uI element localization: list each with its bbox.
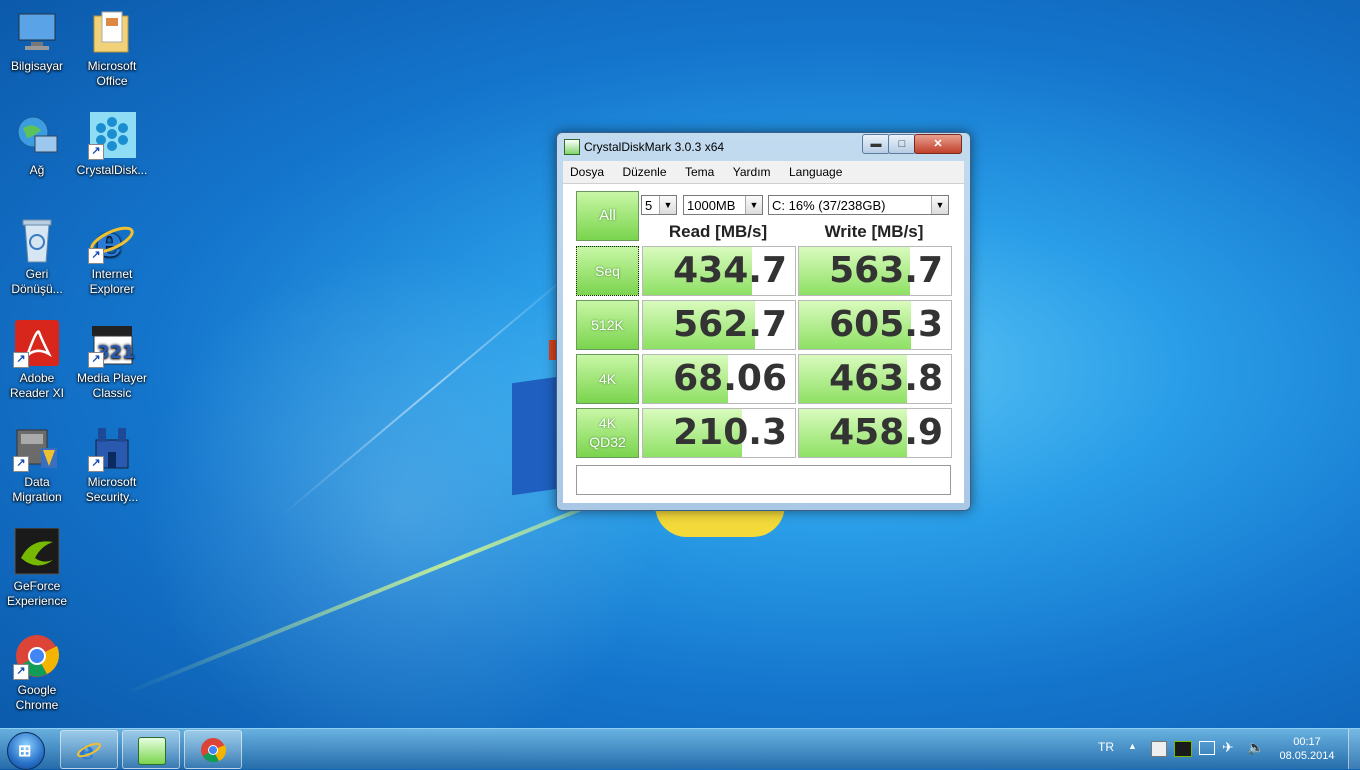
write-result-cell: 563.7	[798, 246, 952, 296]
tray-expand-icon[interactable]: ▲	[1128, 741, 1137, 751]
desktop-icon-crystaldisk[interactable]: ↗ CrystalDisk...	[75, 112, 149, 178]
crystaldisk-icon: ↗	[88, 112, 136, 160]
show-desktop-button[interactable]	[1348, 729, 1360, 769]
shortcut-arrow-icon: ↗	[13, 664, 29, 680]
row-label-button[interactable]: 512K	[576, 300, 639, 350]
chrome-icon: ↗	[13, 632, 61, 680]
read-header: Read [MB/s]	[668, 222, 768, 241]
write-result-value: 605.3	[829, 304, 943, 345]
read-result-value: 68.06	[673, 358, 787, 399]
row-label-button[interactable]: 4K QD32	[576, 408, 639, 458]
write-result-value: 563.7	[829, 250, 943, 291]
taskbar: ⊞ e TR ▲ ✈ 🔈 00:17 08.05.2014	[0, 728, 1360, 770]
chrome-icon	[200, 737, 227, 763]
shortcut-arrow-icon: ↗	[88, 248, 104, 264]
desktop-icon-google-chrome[interactable]: ↗ Google Chrome	[0, 632, 74, 713]
ie-icon: e	[76, 736, 102, 765]
taskbar-app-chrome[interactable]	[184, 730, 242, 769]
read-result-value: 210.3	[673, 412, 787, 453]
clock[interactable]: 00:17 08.05.2014	[1272, 735, 1342, 763]
chevron-down-icon: ▼	[659, 196, 676, 214]
desktop-icon-data-migration[interactable]: ↗ Data Migration	[0, 424, 74, 505]
read-result-cell: 434.7	[642, 246, 796, 296]
pdf-icon: ↗	[13, 320, 61, 368]
desktop-icon-office-folder[interactable]: Microsoft Office	[75, 8, 149, 89]
desktop-icon-computer[interactable]: Bilgisayar	[0, 8, 74, 74]
comment-field[interactable]	[576, 465, 951, 495]
volume-icon[interactable]: 🔈	[1247, 739, 1264, 756]
taskbar-app-crystaldiskmark[interactable]	[122, 730, 180, 769]
desktop-icon-adobe-reader[interactable]: ↗ Adobe Reader XI	[0, 320, 74, 401]
desktop-icon-recycle-bin[interactable]: Geri Dönüşü...	[0, 216, 74, 297]
shortcut-arrow-icon: ↗	[13, 456, 29, 472]
data-migration-icon: ↗	[13, 424, 61, 472]
taskbar-app-ie[interactable]: e	[60, 730, 118, 769]
write-result-value: 463.8	[829, 358, 943, 399]
ie-icon: e ↗	[88, 216, 136, 266]
chevron-down-icon: ▼	[931, 196, 948, 214]
bluetooth-icon[interactable]: ✈	[1222, 739, 1234, 756]
shortcut-arrow-icon: ↗	[13, 352, 29, 368]
recycle-bin-icon	[13, 216, 61, 264]
geforce-icon	[13, 527, 61, 576]
write-result-value: 458.9	[829, 412, 943, 453]
shortcut-arrow-icon: ↗	[88, 144, 104, 160]
desktop-icon-network[interactable]: Ağ	[0, 112, 74, 178]
window-title: CrystalDiskMark 3.0.3 x64	[584, 140, 725, 154]
clock-time: 00:17	[1293, 736, 1321, 748]
folder-icon	[88, 8, 136, 56]
language-indicator[interactable]: TR	[1098, 740, 1114, 754]
windows-logo-fragment	[512, 376, 558, 496]
maximize-button[interactable]: □	[888, 134, 916, 154]
size-select[interactable]: 1000MB ▼	[683, 195, 763, 215]
menu-language[interactable]: Language	[782, 161, 849, 179]
desktop-icon-internet-explorer[interactable]: e ↗ Internet Explorer	[75, 216, 149, 297]
crystaldiskmark-window[interactable]: CrystalDiskMark 3.0.3 x64 ▬ □ ✕ Dosya Dü…	[556, 132, 971, 511]
network-tray-icon[interactable]	[1199, 741, 1215, 755]
benchmark-panel: All 5 ▼ 1000MB ▼ C: 16% (37/238GB) ▼ Rea…	[563, 184, 964, 503]
write-result-cell: 463.8	[798, 354, 952, 404]
security-icon: ↗	[88, 424, 136, 472]
write-header: Write [MB/s]	[824, 222, 924, 241]
write-result-cell: 605.3	[798, 300, 952, 350]
menu-tema[interactable]: Tema	[678, 161, 721, 179]
shortcut-arrow-icon: ↗	[88, 456, 104, 472]
count-select[interactable]: 5 ▼	[641, 195, 677, 215]
nvidia-icon[interactable]	[1174, 741, 1192, 757]
row-label-button[interactable]: Seq	[576, 246, 639, 296]
windows-logo-icon: ⊞	[18, 743, 32, 760]
shortcut-arrow-icon: ↗	[88, 352, 104, 368]
menu-bar: Dosya Düzenle Tema Yardım Language	[563, 161, 964, 184]
menu-duzenle[interactable]: Düzenle	[615, 161, 673, 179]
read-result-cell: 68.06	[642, 354, 796, 404]
menu-yardim[interactable]: Yardım	[726, 161, 778, 179]
app-icon	[564, 139, 580, 155]
read-result-value: 562.7	[673, 304, 787, 345]
drive-select[interactable]: C: 16% (37/238GB) ▼	[768, 195, 949, 215]
action-center-icon[interactable]	[1151, 741, 1167, 757]
computer-icon	[13, 8, 61, 56]
desktop-icon-media-player-classic[interactable]: 321 ↗ Media Player Classic	[75, 320, 149, 401]
write-result-cell: 458.9	[798, 408, 952, 458]
desktop-icon-geforce-experience[interactable]: GeForce Experience	[0, 527, 74, 609]
title-bar[interactable]: CrystalDiskMark 3.0.3 x64 ▬ □ ✕	[557, 133, 970, 159]
read-result-cell: 562.7	[642, 300, 796, 350]
media-player-icon: 321 ↗	[88, 320, 136, 368]
menu-dosya[interactable]: Dosya	[563, 161, 611, 179]
chevron-down-icon: ▼	[745, 196, 762, 214]
all-button[interactable]: All	[576, 191, 639, 241]
start-button[interactable]: ⊞	[7, 732, 45, 770]
clock-date: 08.05.2014	[1279, 750, 1335, 762]
close-button[interactable]: ✕	[914, 134, 962, 154]
minimize-button[interactable]: ▬	[862, 134, 890, 154]
network-icon	[13, 112, 61, 160]
desktop-icon-microsoft-security[interactable]: ↗ Microsoft Security...	[75, 424, 149, 505]
read-result-value: 434.7	[673, 250, 787, 291]
read-result-cell: 210.3	[642, 408, 796, 458]
row-label-button[interactable]: 4K	[576, 354, 639, 404]
crystaldiskmark-icon	[138, 737, 166, 765]
